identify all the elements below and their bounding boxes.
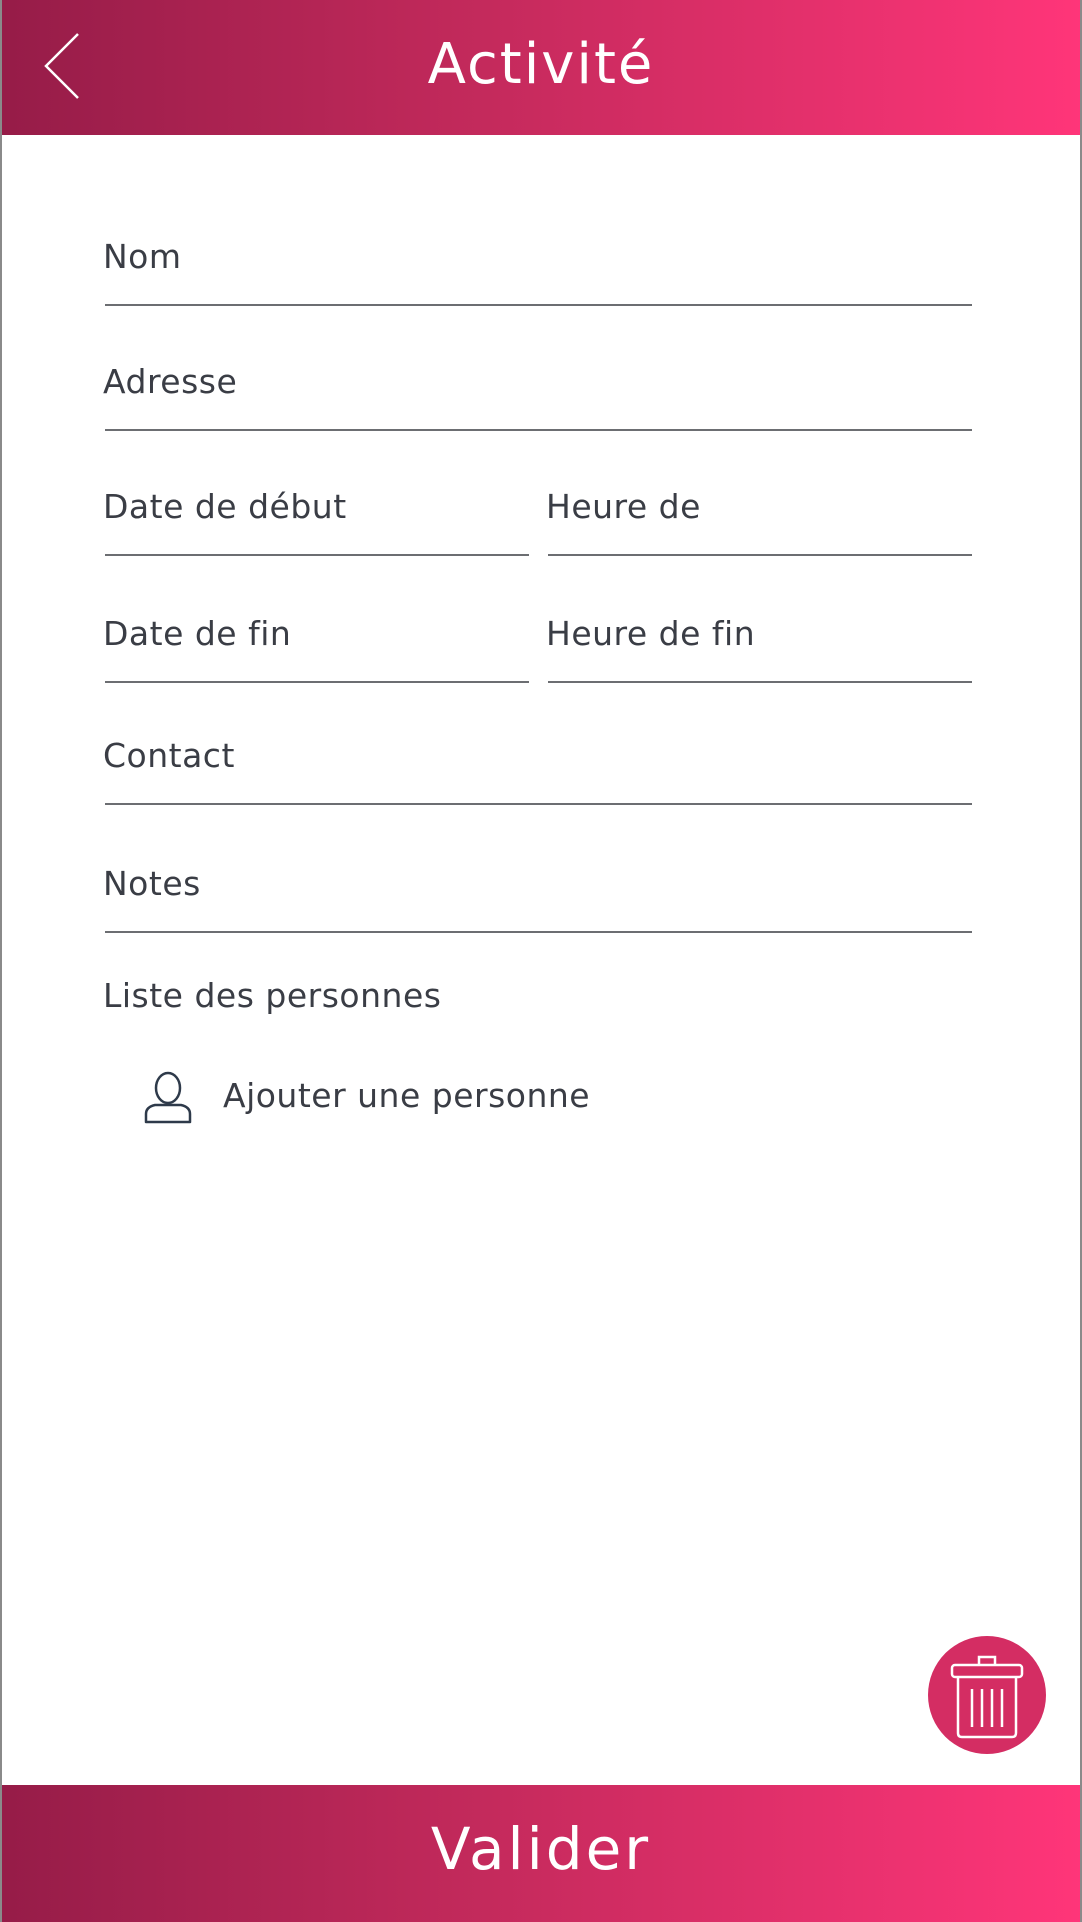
notes-field[interactable]: Notes [103, 857, 972, 933]
activity-screen: Activité Nom Adresse Date de début Heure… [0, 0, 1082, 1922]
submit-button-label: Valider [430, 1815, 652, 1883]
start-date-field-label: Date de début [103, 487, 347, 526]
end-time-field[interactable]: Heure de fin [546, 607, 972, 683]
start-time-field[interactable]: Heure de [546, 480, 972, 556]
app-header: Activité [2, 0, 1080, 135]
people-list-title: Liste des personnes [103, 976, 442, 1015]
page-title: Activité [427, 32, 655, 97]
end-time-field-label: Heure de fin [546, 614, 756, 653]
address-field[interactable]: Adresse [103, 355, 972, 431]
end-date-field[interactable]: Date de fin [103, 607, 529, 683]
end-date-field-label: Date de fin [103, 614, 292, 653]
delete-button[interactable] [928, 1636, 1046, 1754]
contact-field[interactable]: Contact [103, 729, 972, 805]
submit-button[interactable]: Valider [2, 1785, 1080, 1922]
add-person-label: Ajouter une personne [223, 1076, 591, 1115]
add-person-button[interactable]: Ajouter une personne [142, 1070, 662, 1126]
notes-field-label: Notes [103, 864, 201, 903]
name-field[interactable]: Nom [103, 230, 972, 306]
trash-icon [950, 1655, 1024, 1739]
address-field-label: Adresse [103, 362, 238, 401]
contact-field-label: Contact [103, 736, 235, 775]
name-field-label: Nom [103, 237, 182, 276]
start-date-field[interactable]: Date de début [103, 480, 529, 556]
start-time-field-label: Heure de [546, 487, 701, 526]
person-icon [144, 1071, 192, 1124]
